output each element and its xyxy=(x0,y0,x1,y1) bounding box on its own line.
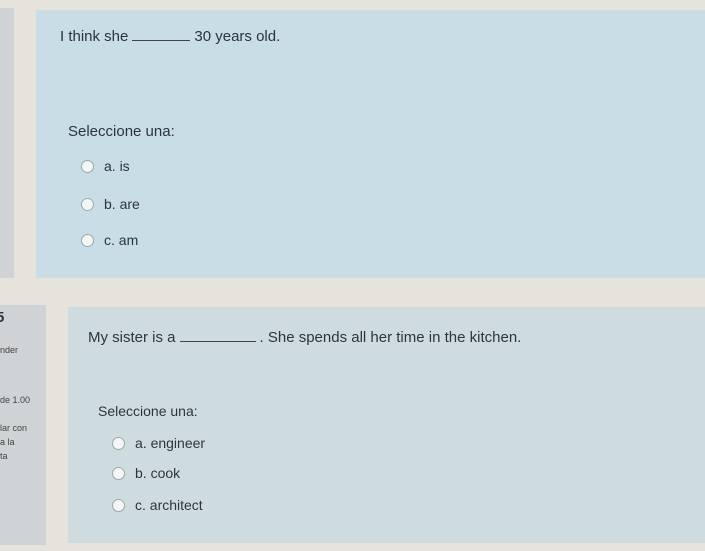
answer-blank xyxy=(179,341,256,342)
option-a[interactable]: a. engineer xyxy=(112,435,205,451)
option-b[interactable]: b. cook xyxy=(112,465,180,481)
select-label: Seleccione una: xyxy=(68,123,175,140)
question-info-panel-1 xyxy=(0,8,14,278)
radio-button[interactable] xyxy=(112,498,125,512)
option-a[interactable]: a. is xyxy=(81,158,130,174)
radio-button[interactable] xyxy=(81,197,94,211)
question-2-prompt: My sister is a. She spends all her time … xyxy=(88,329,522,346)
option-c[interactable]: c. am xyxy=(81,232,138,248)
question-number: 5 xyxy=(0,309,5,326)
option-b[interactable]: b. are xyxy=(81,196,140,212)
radio-button[interactable] xyxy=(81,159,94,173)
question-2: My sister is a. She spends all her time … xyxy=(68,307,705,543)
option-c[interactable]: c. architect xyxy=(112,497,203,513)
question-1: I think she 30 years old. Seleccione una:… xyxy=(36,10,705,278)
radio-button[interactable] xyxy=(81,233,94,247)
answer-blank xyxy=(132,40,191,41)
question-1-prompt: I think she 30 years old. xyxy=(60,28,281,45)
radio-button[interactable] xyxy=(112,466,125,480)
radio-button[interactable] xyxy=(112,436,125,450)
question-info-panel-2: 5 nder de 1.00 lar con a la ta xyxy=(0,305,46,545)
select-label: Seleccione una: xyxy=(98,403,198,419)
